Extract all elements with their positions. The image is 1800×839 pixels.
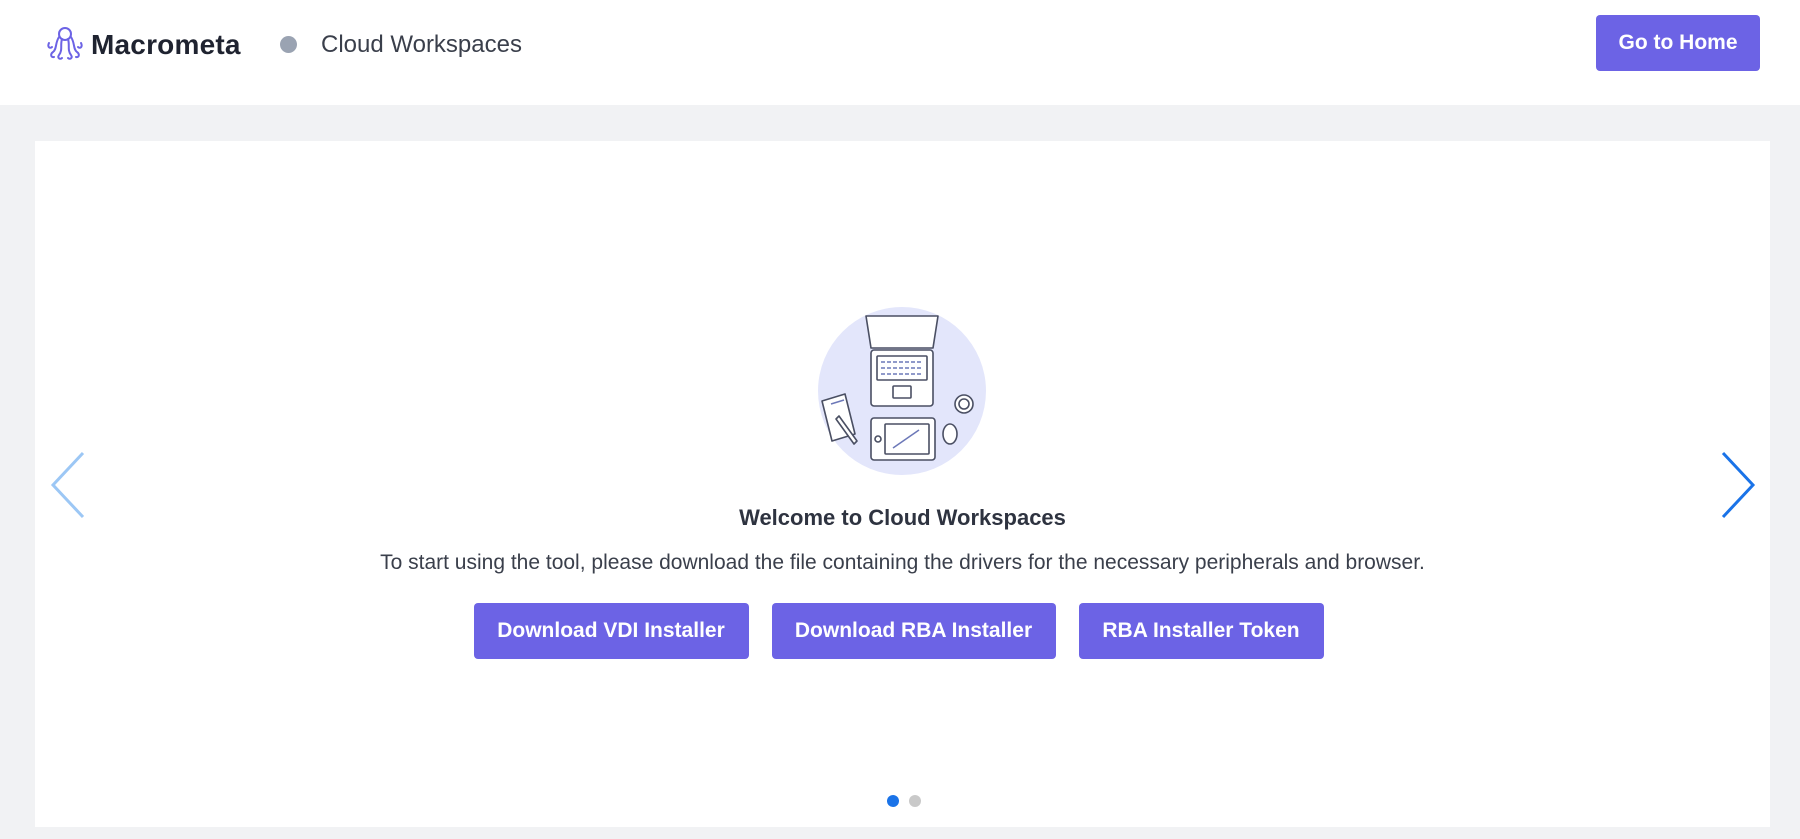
rba-installer-token-button[interactable]: RBA Installer Token xyxy=(1078,603,1324,659)
welcome-description: To start using the tool, please download… xyxy=(380,551,1425,574)
separator-dot xyxy=(280,36,297,53)
macrometa-logo-icon xyxy=(47,27,83,60)
carousel-dot-2[interactable] xyxy=(909,795,921,807)
chevron-right-icon[interactable] xyxy=(1717,449,1757,521)
welcome-card: Welcome to Cloud Workspaces To start usi… xyxy=(35,141,1770,827)
welcome-title: Welcome to Cloud Workspaces xyxy=(739,505,1066,530)
carousel-dot-1[interactable] xyxy=(887,795,899,807)
download-vdi-installer-button[interactable]: Download VDI Installer xyxy=(473,603,749,659)
top-header: Macrometa Cloud Workspaces Go to Home xyxy=(0,0,1800,105)
go-to-home-button[interactable]: Go to Home xyxy=(1596,15,1760,71)
download-actions: Download VDI Installer Download RBA Inst… xyxy=(35,603,1770,659)
brand-name: Macrometa xyxy=(91,29,241,60)
download-rba-installer-button[interactable]: Download RBA Installer xyxy=(771,603,1056,659)
carousel-indicators xyxy=(35,795,1770,807)
workspace-desk-illustration xyxy=(818,307,986,475)
brand[interactable]: Macrometa xyxy=(45,24,241,66)
app-title: Cloud Workspaces xyxy=(321,31,522,58)
